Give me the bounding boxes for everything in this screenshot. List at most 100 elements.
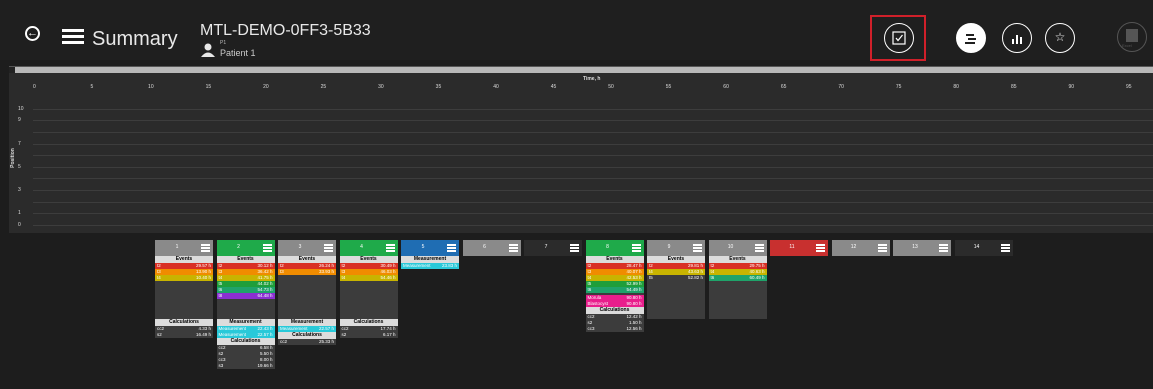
chart-top-bar — [9, 67, 1153, 73]
section-header: Events — [339, 256, 398, 263]
row-key: t4 — [341, 275, 346, 280]
x-tick-label: 90 — [1068, 84, 1075, 90]
tile-header[interactable]: 5 — [401, 240, 459, 256]
list-icon[interactable] — [877, 244, 887, 252]
collapse-toggle-icon[interactable] — [9, 67, 15, 73]
embryo-tile[interactable]: 13 — [893, 240, 951, 256]
embryo-tile[interactable]: 3 Events t2 26.24 h t3 33.93 h Measurement Meas… — [278, 240, 336, 345]
tile-header[interactable]: 2 — [216, 240, 275, 256]
row-key: t5 — [649, 275, 653, 280]
list-icon[interactable] — [324, 244, 333, 252]
list-icon[interactable] — [693, 244, 702, 252]
list-icon[interactable] — [631, 244, 641, 252]
grid-line — [33, 166, 1153, 168]
grid-line — [33, 201, 1153, 203]
tile-header[interactable]: 4 — [339, 240, 398, 256]
section-header: Events — [647, 256, 705, 263]
tile-header[interactable]: 8 — [585, 240, 644, 256]
patient-name: Patient 1 — [220, 48, 256, 58]
bar-chart-icon[interactable] — [1002, 23, 1032, 53]
list-icon[interactable] — [1000, 244, 1010, 252]
excel-export-button[interactable]: Excel — [1117, 22, 1147, 52]
row-key: t4 — [157, 275, 161, 280]
list-icon[interactable] — [816, 244, 825, 252]
list-icon[interactable] — [939, 244, 948, 252]
x-tick-label: 20 — [263, 84, 269, 90]
x-tick-label: 80 — [953, 84, 959, 90]
grid-line — [33, 213, 1153, 215]
value-row: t5 52.82 h — [647, 275, 705, 281]
embryo-tile[interactable]: 6 — [462, 240, 521, 256]
value-row: s2 6.17 h — [339, 332, 398, 338]
list-icon[interactable] — [754, 244, 764, 252]
x-tick-label: 10 — [148, 84, 154, 90]
list-icon[interactable] — [508, 244, 518, 252]
tile-number: 12 — [850, 244, 857, 250]
row-key: s3 — [218, 363, 224, 368]
list-icon[interactable] — [447, 244, 456, 252]
embryo-tile[interactable]: 14 — [954, 240, 1013, 256]
tile-number: 5 — [421, 244, 425, 250]
list-icon[interactable] — [570, 244, 579, 252]
value-row: cc2 25.33 h — [278, 339, 336, 345]
tile-number: 11 — [789, 244, 795, 250]
device-name: MTL-DEMO-0FF3-5B33 — [200, 22, 371, 39]
list-icon[interactable] — [201, 244, 210, 252]
row-value: 25.33 h — [318, 339, 334, 344]
tile-header[interactable]: 9 — [647, 240, 705, 256]
tile-number: 2 — [237, 244, 240, 250]
embryo-tile[interactable]: 4 Events t2 30.49 h t3 46.03 h t4 54.46 h Calcul… — [339, 240, 398, 338]
embryo-tile[interactable]: 12 — [831, 240, 890, 256]
x-tick-label: 30 — [378, 84, 384, 90]
row-key: cc3 — [587, 326, 595, 331]
row-value: 60.49 h — [749, 275, 765, 280]
tile-header[interactable]: 7 — [524, 240, 582, 256]
tile-number: 3 — [298, 244, 302, 250]
tile-header[interactable]: 12 — [831, 240, 890, 256]
list-icon[interactable] — [385, 244, 395, 252]
embryo-tile[interactable]: 9 Events t2 29.81 h t4 43.63 h t5 52.82 h — [647, 240, 705, 319]
back-arrow-icon[interactable]: ← — [25, 26, 40, 41]
tile-header[interactable]: 13 — [893, 240, 951, 256]
embryo-tile[interactable]: 2 Events t2 30.12 h t3 36.42 h t4 41.75 h t5 44.0… — [216, 240, 275, 369]
embryo-tile[interactable]: 8 Events t2 28.47 h t3 40.07 h t4 42.53 h t5 52.9… — [585, 240, 644, 332]
tile-spacer — [155, 281, 213, 319]
y-tick-label: 1 — [18, 210, 21, 217]
section-header: Calculations — [339, 319, 398, 326]
x-tick-label: 35 — [435, 84, 442, 90]
x-tick-label: 75 — [895, 84, 902, 90]
value-row: s2 16.49 h — [155, 332, 213, 338]
y-tick-label: 7 — [18, 140, 21, 147]
embryo-tile[interactable]: 1 Events t2 29.57 h t3 13.90 h t4 10.40 h Calcul… — [155, 240, 213, 338]
tile-spacer — [647, 281, 705, 319]
embryo-tile[interactable]: 10 Events t2 29.75 h t4 40.63 h t6 60.49 h — [708, 240, 767, 319]
list-icon[interactable] — [262, 244, 272, 252]
checkbox-icon[interactable] — [884, 23, 914, 53]
tile-spacer — [340, 281, 398, 319]
row-value: 54.49 h — [626, 287, 642, 292]
embryo-tile[interactable]: 11 — [770, 240, 828, 256]
row-key: cc2 — [280, 339, 288, 344]
tile-header[interactable]: 10 — [708, 240, 767, 256]
row-key: s2 — [157, 332, 162, 337]
timeline-view-icon[interactable] — [956, 23, 986, 53]
x-tick-label: 5 — [90, 84, 94, 90]
value-row: Measurement 22.57 h — [216, 332, 275, 338]
section-header: Calculations — [278, 332, 336, 339]
excel-icon — [1126, 29, 1138, 42]
row-value: 23.83 h — [441, 263, 457, 268]
tile-header[interactable]: 3 — [278, 240, 336, 256]
star-icon[interactable]: ☆ — [1045, 23, 1075, 53]
menu-icon[interactable] — [62, 29, 84, 44]
row-key: t3 — [280, 269, 284, 274]
tile-number: 14 — [973, 244, 980, 250]
tile-header[interactable]: 11 — [770, 240, 828, 256]
tile-header[interactable]: 6 — [462, 240, 521, 256]
tile-header[interactable]: 14 — [954, 240, 1013, 256]
embryo-tile[interactable]: 5 Measurement Measurement 23.83 h — [401, 240, 459, 269]
value-row: Blastocyst 90.80 h — [585, 301, 644, 307]
y-tick-label: 9 — [18, 117, 21, 124]
section-header: Calculations — [155, 319, 213, 326]
embryo-tile[interactable]: 7 — [524, 240, 582, 256]
tile-header[interactable]: 1 — [155, 240, 213, 256]
